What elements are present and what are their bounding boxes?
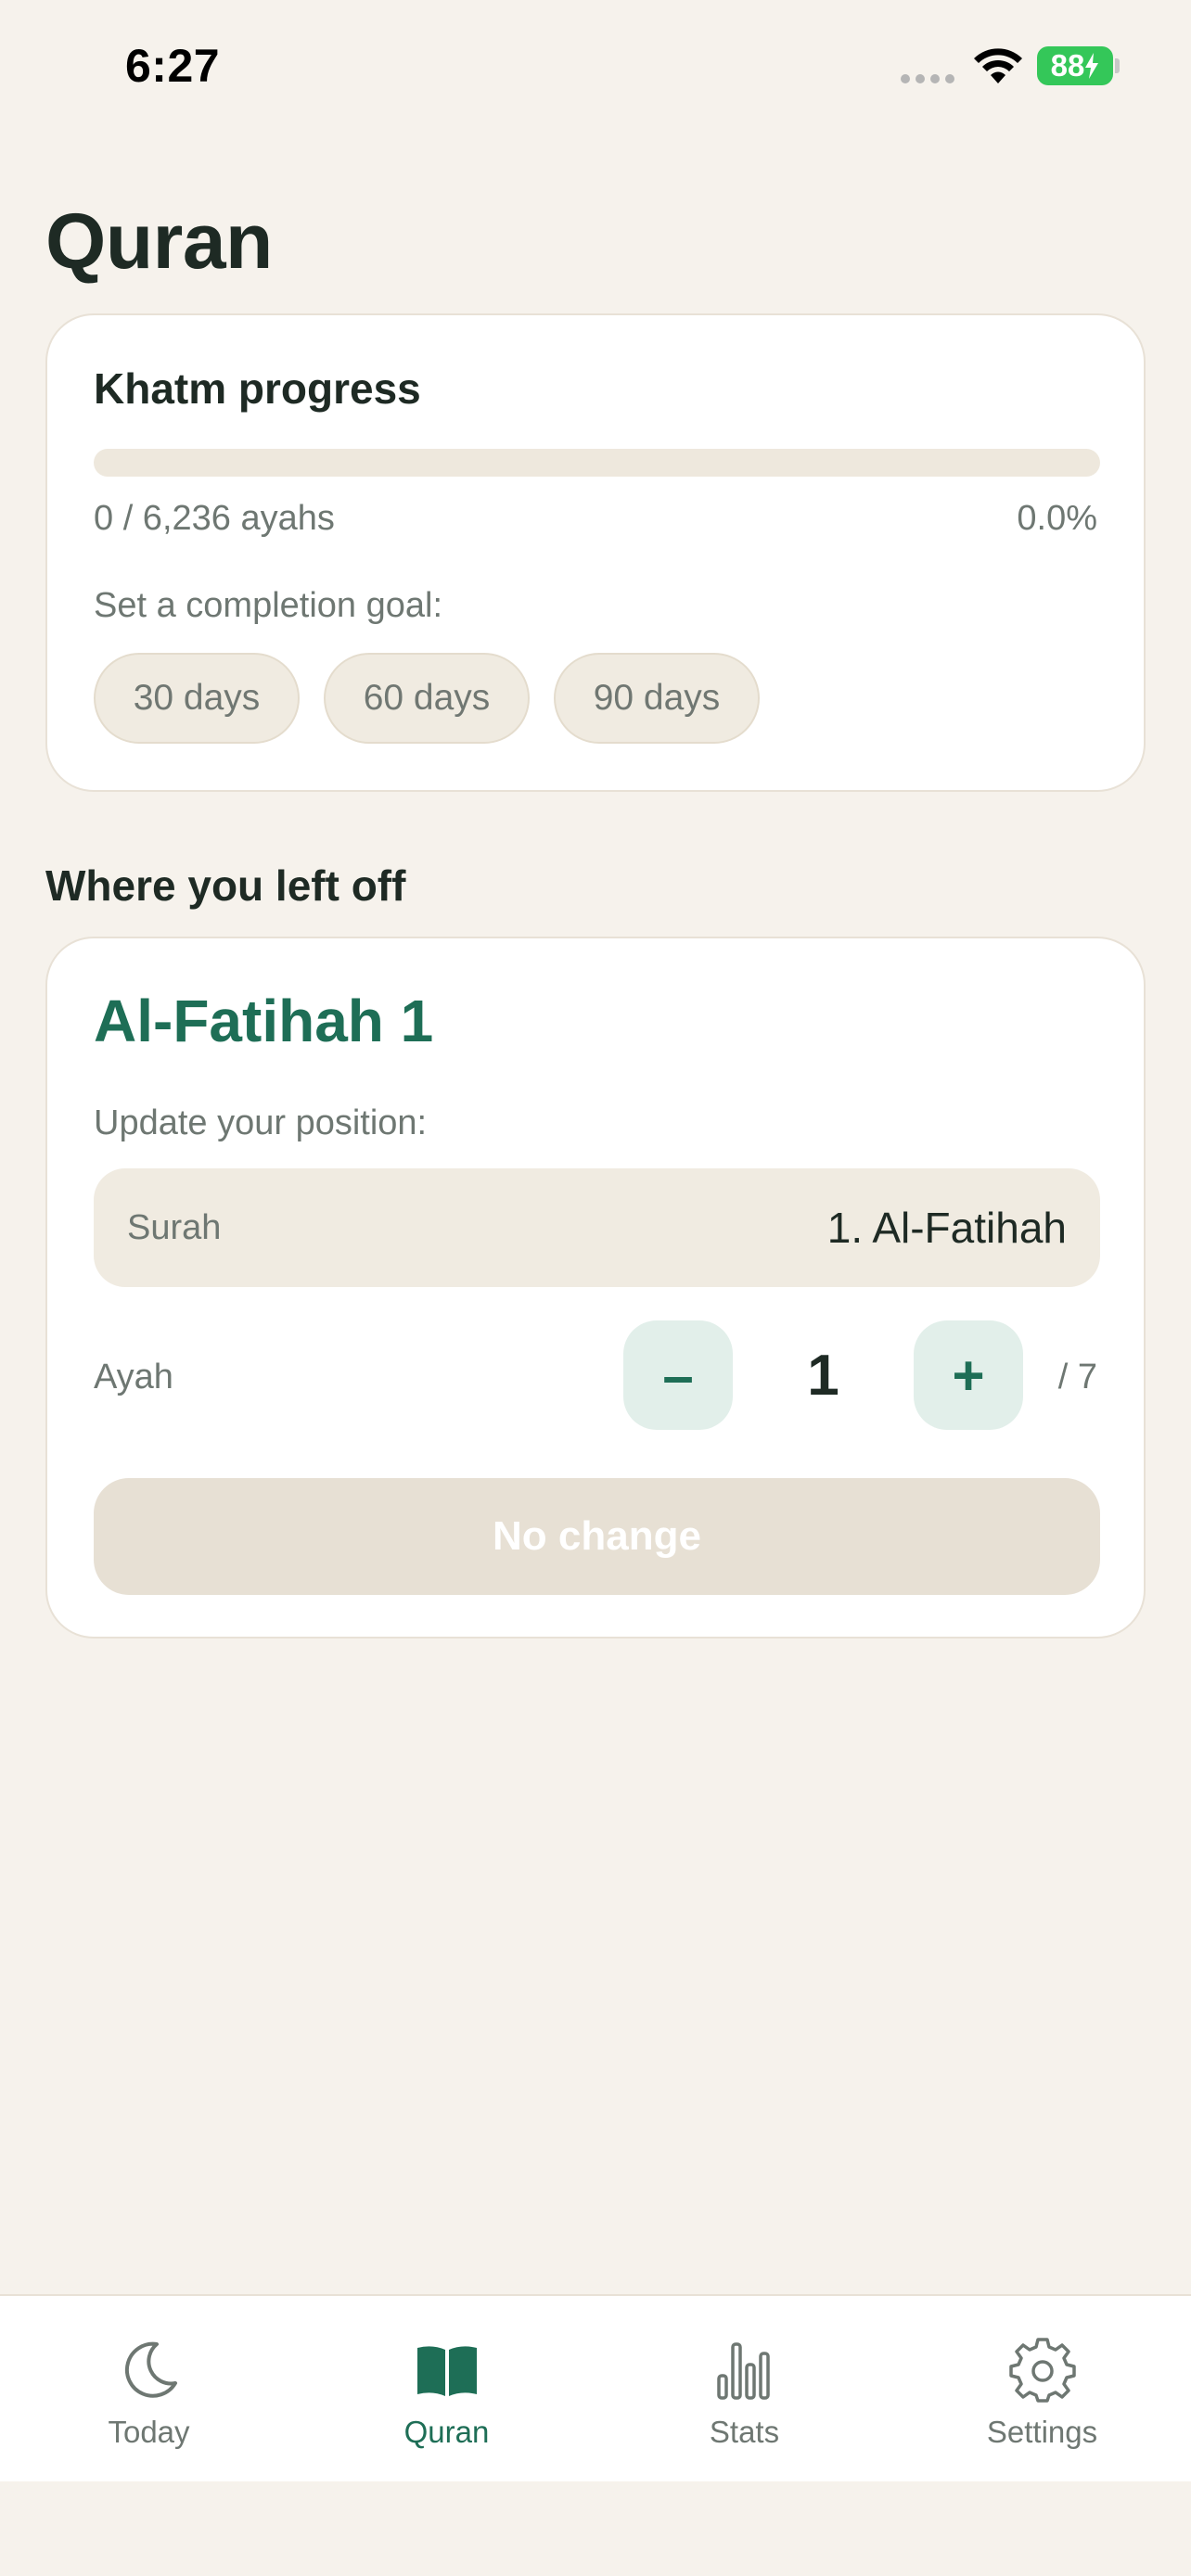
- ayah-label: Ayah: [94, 1358, 173, 1396]
- section-heading-left-off: Where you left off: [45, 861, 406, 910]
- ayah-count-text: 0 / 6,236 ayahs: [94, 499, 335, 538]
- charging-bolt-icon: [1085, 53, 1099, 79]
- goal-chip-group: 30 days 60 days 90 days: [94, 653, 760, 744]
- tab-label-settings: Settings: [986, 2415, 1098, 2449]
- goal-chip-30-days[interactable]: 30 days: [94, 653, 300, 744]
- tab-today[interactable]: Today: [0, 2296, 298, 2481]
- battery-tip: [1115, 58, 1120, 73]
- battery-indicator: 88: [1037, 46, 1113, 85]
- moon-icon: [124, 2341, 177, 2398]
- wifi-icon: [974, 48, 1022, 83]
- surah-value: 1. Al-Fatihah: [826, 1204, 1067, 1252]
- page-title: Quran: [45, 198, 273, 285]
- ayah-value: 1: [807, 1343, 839, 1408]
- goal-chip-90-days[interactable]: 90 days: [554, 653, 760, 744]
- status-bar: 6:27 88: [0, 0, 1191, 139]
- ayah-total: / 7: [1057, 1358, 1097, 1396]
- surah-select[interactable]: Surah 1. Al-Fatihah: [94, 1168, 1100, 1287]
- tab-quran[interactable]: Quran: [298, 2296, 596, 2481]
- reading-position-card: Al-Fatihah 1 Update your position: Surah…: [45, 937, 1146, 1639]
- ayah-increment-button[interactable]: +: [914, 1320, 1023, 1430]
- tab-label-stats: Stats: [709, 2415, 780, 2449]
- completion-goal-label: Set a completion goal:: [94, 586, 443, 625]
- current-position-title: Al-Fatihah 1: [94, 988, 434, 1054]
- bar-chart-icon: [716, 2342, 770, 2400]
- cellular-signal-icon: [901, 74, 954, 83]
- khatm-progress-card: Khatm progress 0 / 6,236 ayahs 0.0% Set …: [45, 313, 1146, 792]
- status-time: 6:27: [125, 40, 221, 92]
- khatm-title: Khatm progress: [94, 364, 421, 413]
- book-icon: [416, 2346, 477, 2396]
- update-position-label: Update your position:: [94, 1103, 428, 1142]
- gear-icon: [1008, 2338, 1076, 2403]
- tab-stats[interactable]: Stats: [596, 2296, 893, 2481]
- progress-percent-text: 0.0%: [1017, 499, 1097, 538]
- goal-chip-60-days[interactable]: 60 days: [324, 653, 530, 744]
- ayah-decrement-button[interactable]: –: [623, 1320, 733, 1430]
- update-position-button[interactable]: No change: [94, 1478, 1100, 1595]
- tab-label-today: Today: [108, 2415, 190, 2449]
- battery-level: 88: [1050, 48, 1085, 83]
- tab-settings[interactable]: Settings: [893, 2296, 1191, 2481]
- khatm-progress-bar: [94, 449, 1100, 477]
- tab-bar: Today Quran Stats Settings: [0, 2294, 1191, 2481]
- tab-label-quran: Quran: [403, 2415, 490, 2449]
- surah-label: Surah: [127, 1207, 222, 1247]
